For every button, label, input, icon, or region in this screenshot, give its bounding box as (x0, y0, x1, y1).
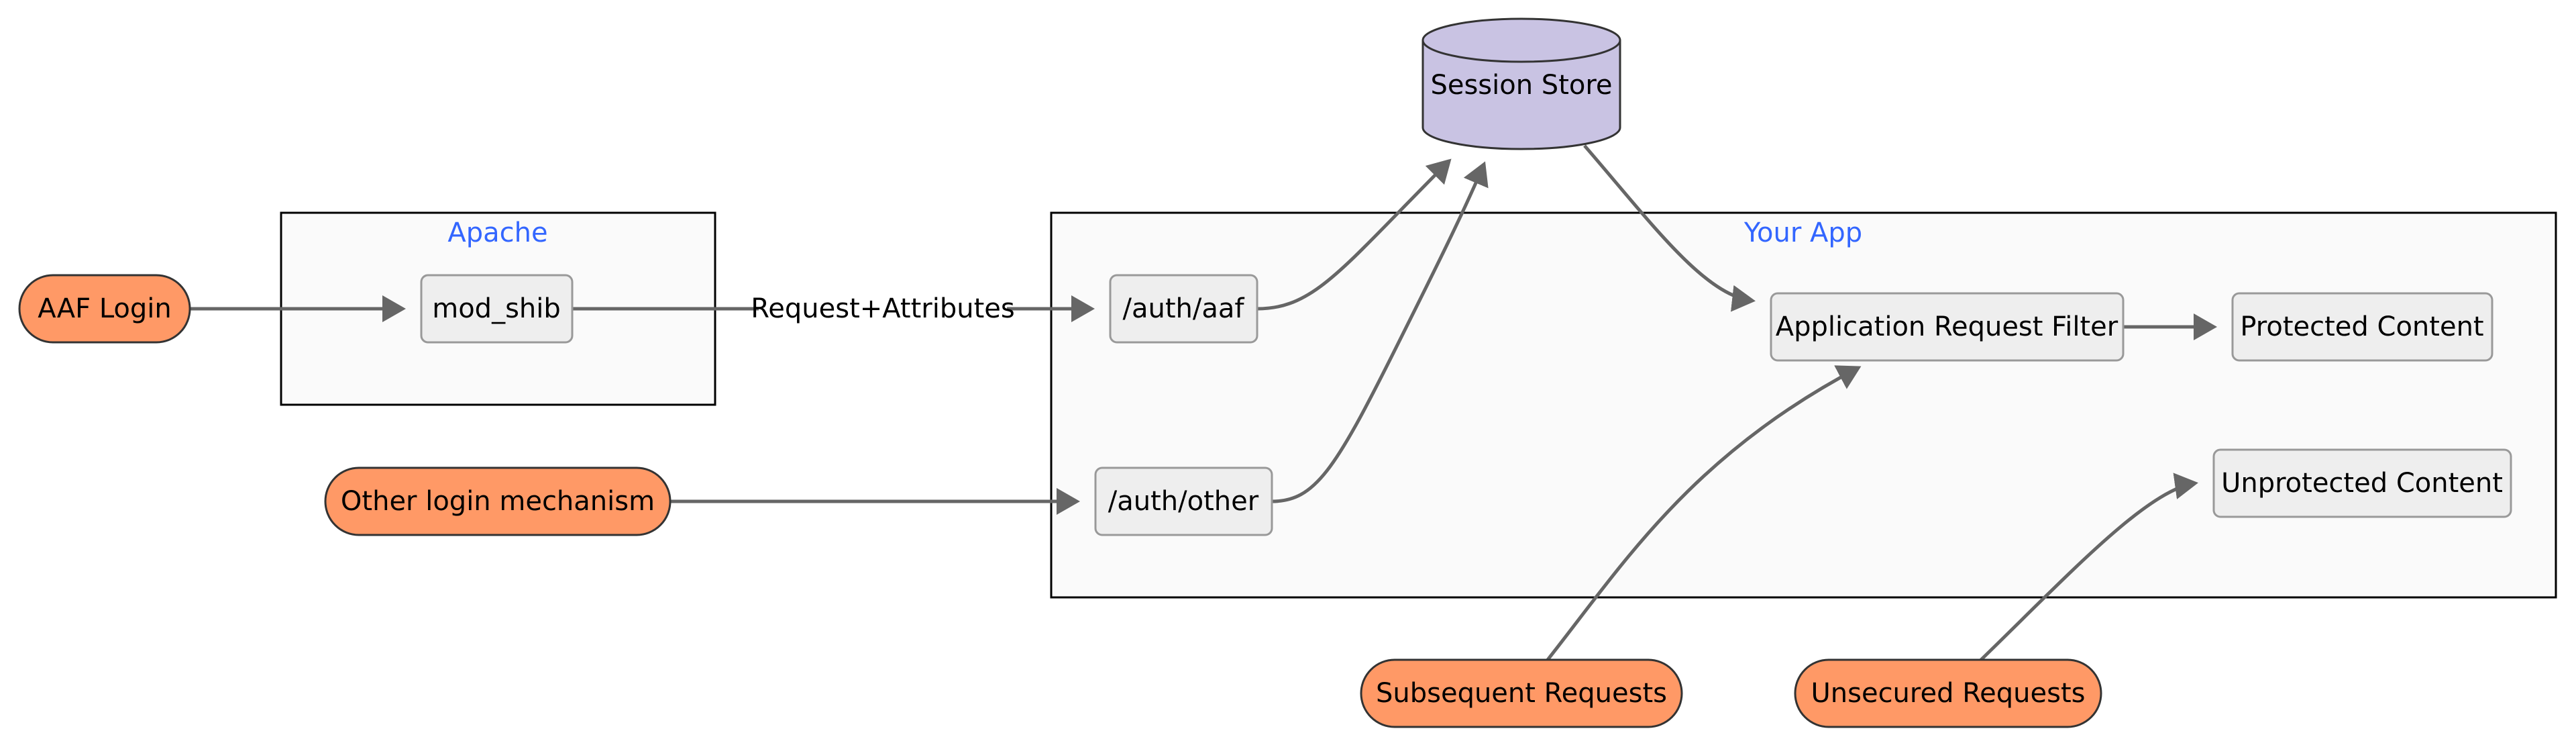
node-label: AAF Login (38, 293, 171, 324)
svg-text:Request+Attributes: Request+Attributes (751, 293, 1014, 324)
node-session-store[interactable]: Session Store (1421, 17, 1621, 150)
node-unsecured-requests[interactable]: Unsecured Requests (1794, 658, 2102, 728)
node-subsequent-requests[interactable]: Subsequent Requests (1360, 658, 1683, 728)
node-label: Session Store (1430, 70, 1612, 101)
node-auth-other[interactable]: /auth/other (1094, 466, 1273, 536)
node-label: Unsecured Requests (1811, 678, 2085, 709)
node-label: Unprotected Content (2221, 468, 2503, 499)
node-label: Other login mechanism (341, 486, 655, 517)
node-auth-aaf[interactable]: /auth/aaf (1109, 274, 1258, 344)
cluster-your-app: Your App (1050, 211, 2557, 599)
flow-diagram: Apache Your App Request+Attributes AAF L… (18, 17, 2557, 728)
node-other-login-mechanism[interactable]: Other login mechanism (324, 466, 672, 536)
node-unprotected-content[interactable]: Unprotected Content (2212, 448, 2512, 518)
node-label: Application Request Filter (1776, 311, 2118, 342)
node-label: Subsequent Requests (1376, 678, 1667, 709)
node-label: mod_shib (432, 293, 561, 324)
node-application-request-filter[interactable]: Application Request Filter (1770, 292, 2125, 362)
node-protected-content[interactable]: Protected Content (2231, 292, 2493, 362)
cluster-label-your-app: Your App (1743, 217, 1862, 248)
node-mod-shib[interactable]: mod_shib (420, 274, 574, 344)
node-aaf-login[interactable]: AAF Login (18, 274, 191, 344)
node-label: Protected Content (2240, 311, 2483, 342)
node-label: /auth/aaf (1123, 293, 1245, 324)
cluster-label-apache: Apache (447, 217, 547, 248)
edge-label-request-attributes: Request+Attributes (751, 293, 1015, 325)
node-label: /auth/other (1108, 486, 1259, 517)
